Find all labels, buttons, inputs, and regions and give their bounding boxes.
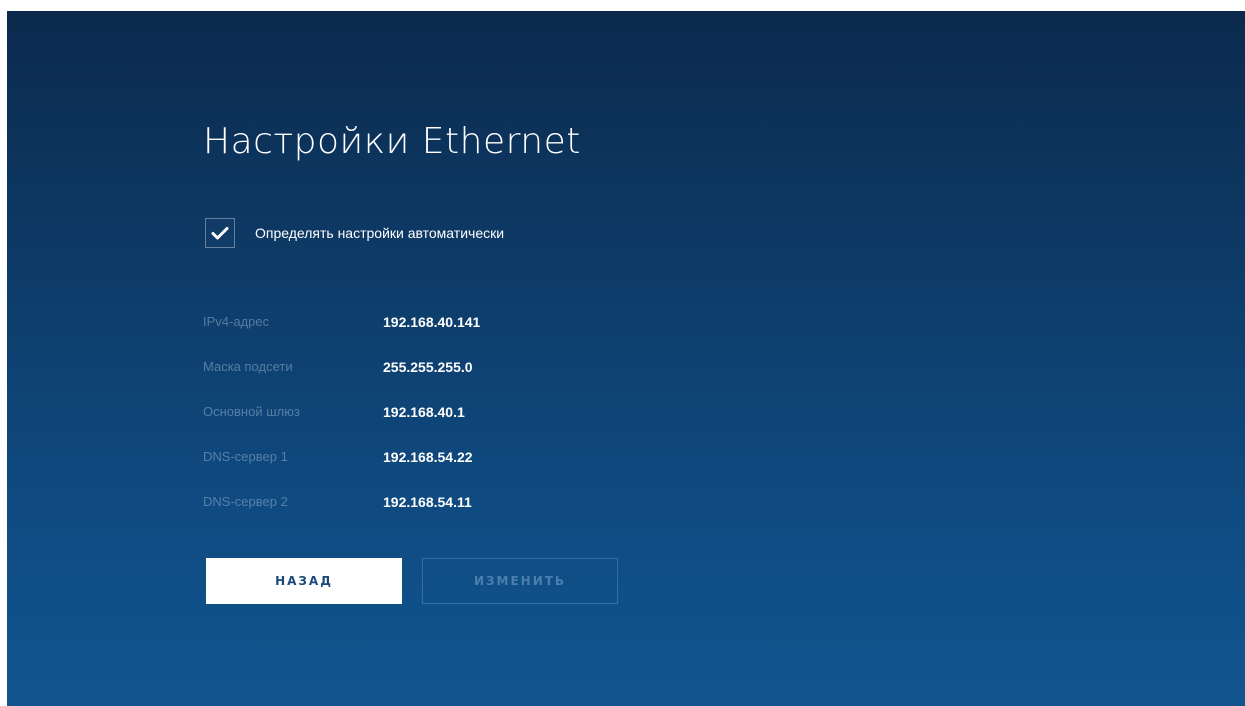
network-settings-list: IPv4-адрес 192.168.40.141 Маска подсети …	[203, 299, 480, 524]
setting-row-dns1: DNS-сервер 1 192.168.54.22	[203, 434, 480, 479]
ethernet-settings-screen: Настройки Ethernet Определять настройки …	[7, 11, 1245, 706]
page-title: Настройки Ethernet	[203, 121, 581, 162]
edit-button[interactable]: ИЗМЕНИТЬ	[422, 558, 618, 604]
dns2-label: DNS-сервер 2	[203, 494, 288, 509]
dns1-label: DNS-сервер 1	[203, 449, 288, 464]
dns2-value: 192.168.54.11	[383, 493, 472, 510]
setting-row-dns2: DNS-сервер 2 192.168.54.11	[203, 479, 480, 524]
auto-settings-label: Определять настройки автоматически	[255, 225, 505, 241]
checkmark-icon	[211, 227, 229, 240]
ipv4-value: 192.168.40.141	[383, 313, 481, 330]
gateway-value: 192.168.40.1	[383, 403, 465, 420]
setting-row-ipv4: IPv4-адрес 192.168.40.141	[203, 299, 480, 344]
setting-row-gateway: Основной шлюз 192.168.40.1	[203, 389, 480, 434]
auto-settings-checkbox[interactable]	[205, 218, 235, 248]
dns1-value: 192.168.54.22	[383, 448, 473, 465]
ipv4-label: IPv4-адрес	[203, 314, 270, 329]
subnet-mask-value: 255.255.255.0	[383, 358, 473, 375]
setting-row-subnet-mask: Маска подсети 255.255.255.0	[203, 344, 480, 389]
subnet-mask-label: Маска подсети	[203, 359, 293, 374]
action-buttons: НАЗАД ИЗМЕНИТЬ	[206, 558, 618, 604]
gateway-label: Основной шлюз	[203, 404, 300, 419]
back-button[interactable]: НАЗАД	[206, 558, 402, 604]
auto-settings-row[interactable]: Определять настройки автоматически	[205, 218, 504, 248]
